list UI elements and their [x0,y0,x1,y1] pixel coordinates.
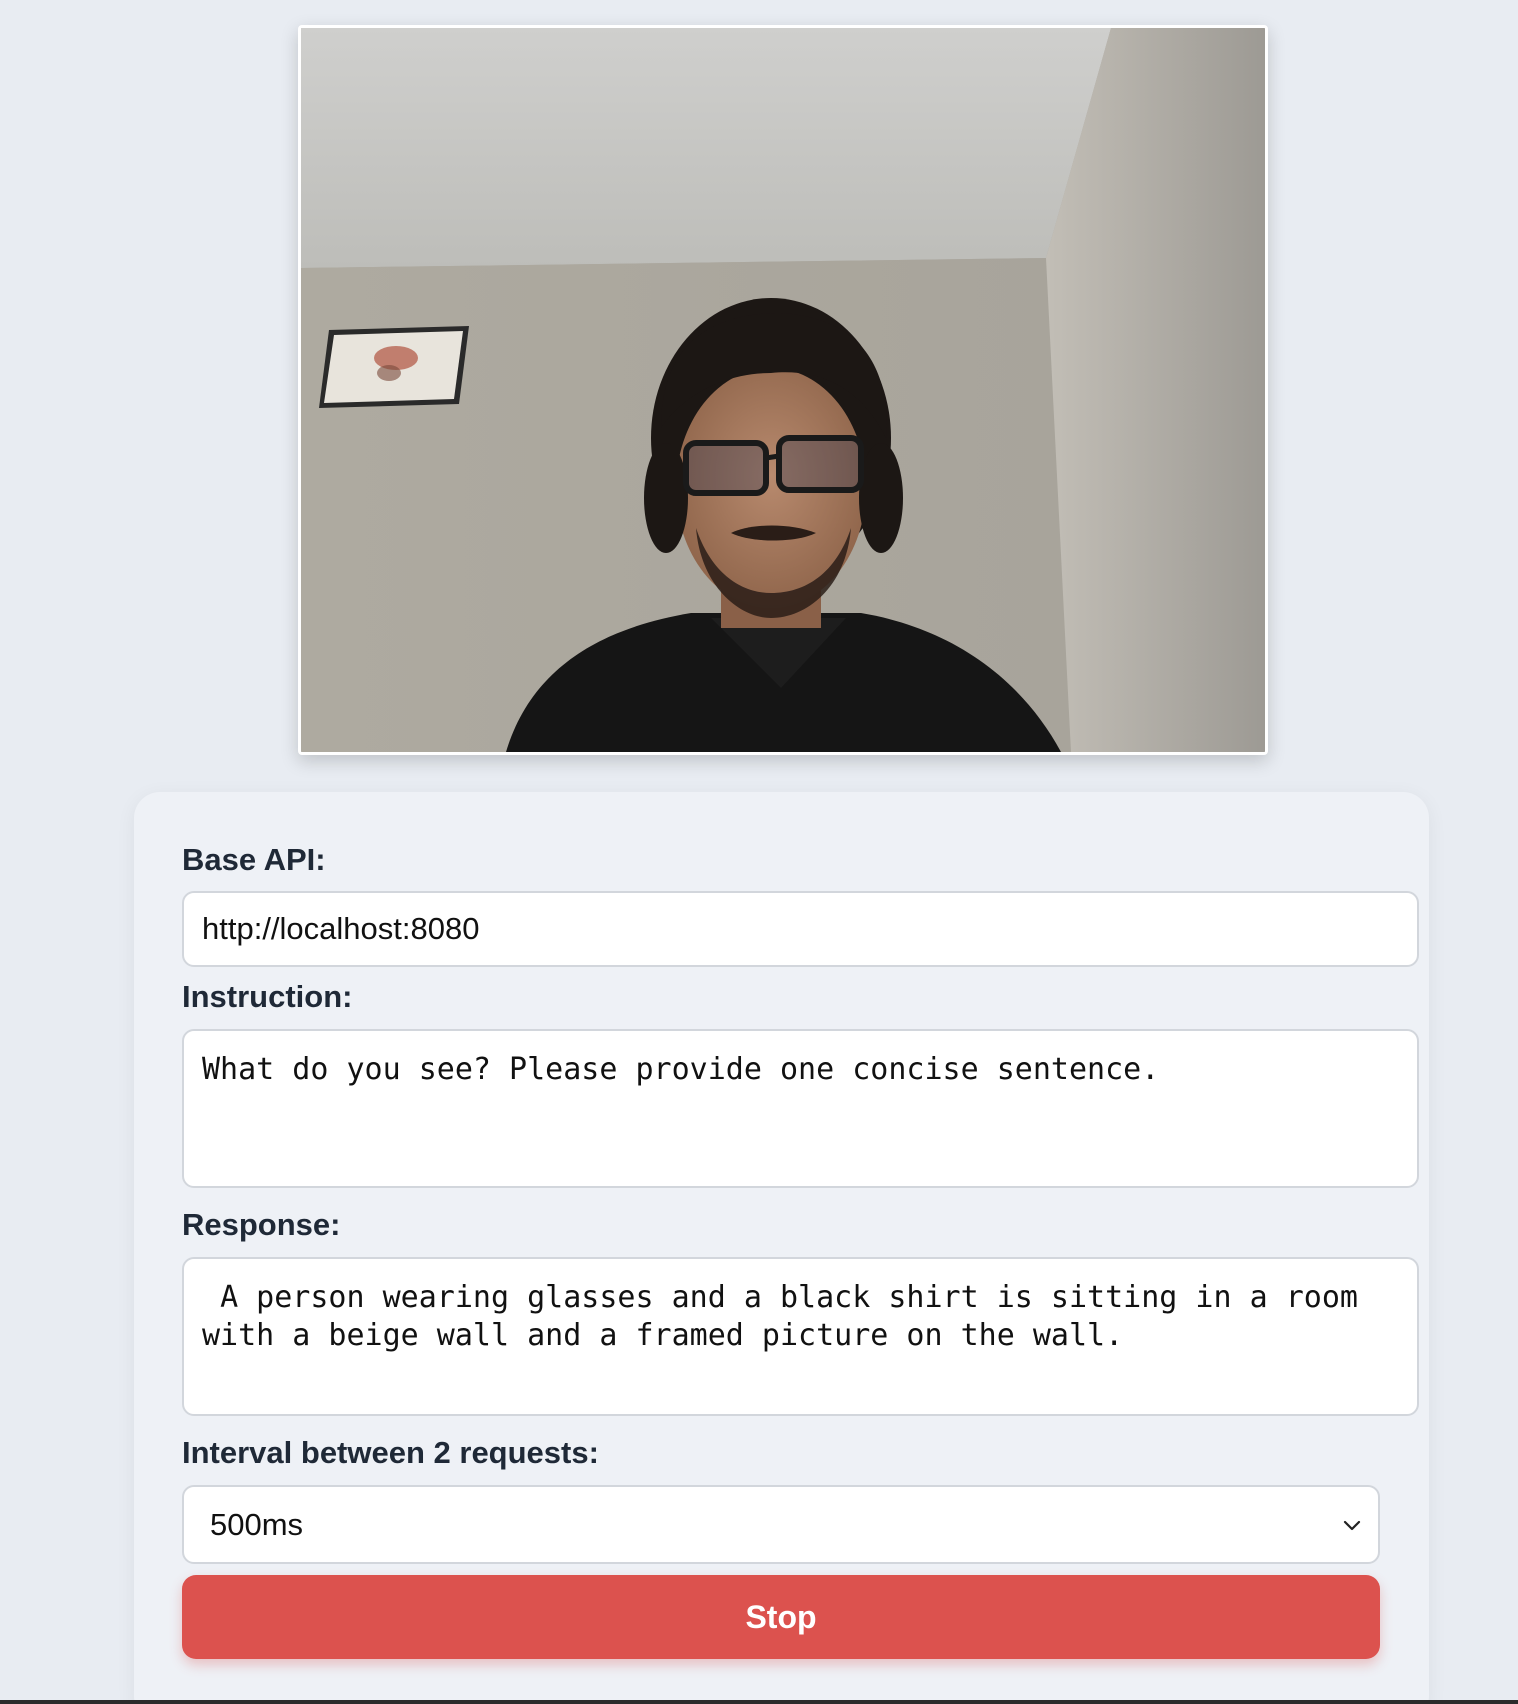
response-textarea[interactable]: A person wearing glasses and a black shi… [182,1257,1419,1416]
base-api-label: Base API: [182,842,326,877]
instruction-textarea[interactable]: What do you see? Please provide one conc… [182,1029,1419,1188]
stop-button[interactable]: Stop [182,1575,1380,1659]
interval-selected-value: 500ms [210,1507,304,1542]
base-api-input[interactable]: http://localhost:8080 [182,891,1419,967]
webcam-video [298,25,1268,755]
status-bar-edge [0,1700,1518,1704]
instruction-label: Instruction: [182,979,353,1014]
response-label: Response: [182,1207,341,1242]
control-panel: Base API: http://localhost:8080 Instruct… [134,792,1429,1704]
framed-picture [319,326,469,408]
chevron-down-icon [1343,1520,1361,1531]
webcam-frame-image [301,28,1265,752]
interval-select[interactable]: 500ms [182,1485,1380,1564]
interval-label: Interval between 2 requests: [182,1435,599,1470]
